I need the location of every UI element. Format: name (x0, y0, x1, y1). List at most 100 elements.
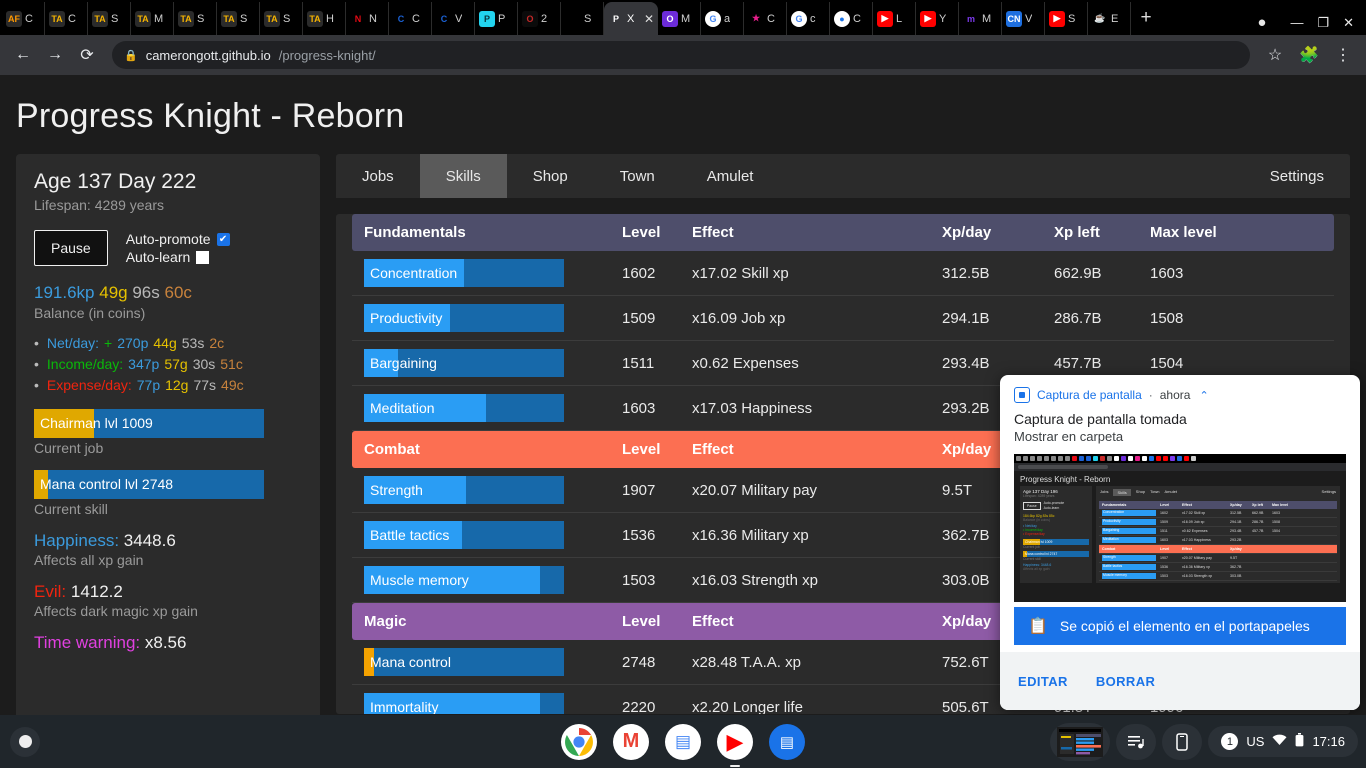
browser-tab[interactable]: TA S (260, 2, 303, 35)
skill-progress-cell[interactable]: Bargaining (352, 340, 622, 386)
game-tab-town[interactable]: Town (594, 154, 681, 198)
browser-tab[interactable]: O2 (518, 2, 561, 35)
maximize-button[interactable]: ❐ (1317, 15, 1329, 31)
skill-progress-cell[interactable]: Muscle memory (352, 557, 622, 603)
shelf-app-chrome[interactable] (561, 723, 597, 760)
youtube-icon: ▶ (726, 728, 744, 754)
edit-button[interactable]: EDITAR (1018, 674, 1068, 689)
delete-button[interactable]: BORRAR (1096, 674, 1155, 689)
time-warning-label: Time warning: (34, 633, 141, 652)
skill-progress-bar[interactable]: Immortality (364, 693, 564, 714)
skill-progress-bar[interactable]: Mana control (364, 648, 564, 676)
screenshot-notification[interactable]: Captura de pantalla · ahora ⌃ Captura de… (1000, 375, 1360, 710)
skill-progress-cell[interactable]: Immortality (352, 684, 622, 714)
skill-level: 1511 (622, 340, 692, 386)
thumbnail-skill-row: Battle tactics 1536 x16.36 Military xp 362.… (1099, 563, 1337, 572)
skill-progress-cell[interactable]: Mana control (352, 640, 622, 685)
thumbnail-cell: 9.5T (1230, 556, 1238, 560)
shelf-app-keep[interactable]: ▤ (769, 723, 805, 760)
browser-tab[interactable]: NN (346, 2, 389, 35)
auto-learn-checkbox[interactable] (196, 250, 210, 264)
browser-tab[interactable]: ▶ S (1045, 2, 1088, 35)
back-icon[interactable]: ← (8, 40, 38, 70)
game-tab-skills[interactable]: Skills (419, 154, 507, 198)
status-tray[interactable]: 1 US 17:16 (1208, 726, 1358, 757)
browser-tab[interactable]: ▶ Y (916, 2, 959, 35)
shelf-app-gmail[interactable]: M (613, 723, 649, 760)
skill-progress-cell[interactable]: Meditation (352, 385, 622, 431)
skill-row[interactable]: Productivity 1509 x16.09 Job xp 294.1B 286.7… (352, 295, 1334, 341)
current-skill-bar[interactable]: Mana control lvl 2748 (34, 470, 264, 499)
browser-tab[interactable]: PP (475, 2, 518, 35)
browser-tab[interactable]: S (561, 2, 604, 35)
close-window-button[interactable]: ✕ (1343, 15, 1354, 31)
skill-progress-bar[interactable]: Concentration (364, 259, 564, 287)
browser-tab[interactable]: OM (658, 2, 701, 35)
skill-progress-cell[interactable]: Battle tactics (352, 512, 622, 558)
game-tab-settings[interactable]: Settings (1244, 154, 1350, 198)
skill-progress-bar[interactable]: Bargaining (364, 349, 564, 377)
game-tab-jobs[interactable]: Jobs (336, 154, 420, 198)
browser-tab[interactable]: ★ C (744, 2, 787, 35)
tab-title: Y (939, 12, 947, 25)
browser-tab[interactable]: AF C (2, 2, 45, 35)
playlist-icon[interactable] (1116, 723, 1157, 760)
notification-app-name: Captura de pantalla (1037, 388, 1142, 402)
thumbnail-cell: 1511 (1160, 529, 1168, 533)
pause-button[interactable]: Pause (34, 230, 108, 266)
browser-tab[interactable]: TA C (45, 2, 88, 35)
auto-promote-row[interactable]: Auto-promote ✔ (126, 231, 230, 247)
browser-tab[interactable]: TA S (174, 2, 217, 35)
skill-level: 1603 (622, 385, 692, 431)
browser-tab[interactable]: CC (389, 2, 432, 35)
shelf-app-youtube[interactable]: ▶ (717, 723, 753, 767)
game-tab-amulet[interactable]: Amulet (681, 154, 780, 198)
current-job-bar[interactable]: Chairman lvl 1009 (34, 409, 264, 438)
skill-progress-cell[interactable]: Strength (352, 468, 622, 513)
browser-tab[interactable]: TA S (217, 2, 260, 35)
skill-progress-bar[interactable]: Battle tactics (364, 521, 564, 549)
browser-tab-active[interactable]: P X ✕ (604, 2, 658, 35)
browser-tab[interactable]: CV (432, 2, 475, 35)
browser-tab[interactable]: TA H (303, 2, 346, 35)
browser-tab[interactable]: ● C (830, 2, 873, 35)
skill-level: 1907 (622, 468, 692, 513)
skill-progress-bar[interactable]: Strength (364, 476, 564, 504)
clock: 17:16 (1312, 734, 1345, 749)
browser-tab[interactable]: Gc (787, 2, 830, 35)
skill-progress-bar[interactable]: Productivity (364, 304, 564, 332)
game-tab-shop[interactable]: Shop (507, 154, 594, 198)
skill-progress-bar[interactable]: Muscle memory (364, 566, 564, 594)
reload-icon[interactable]: ⟳ (72, 40, 102, 70)
show-in-folder-link[interactable]: Mostrar en carpeta (1000, 429, 1360, 454)
browser-tab[interactable]: TA S (88, 2, 131, 35)
skill-row[interactable]: Concentration 1602 x17.02 Skill xp 312.5B 66… (352, 251, 1334, 296)
tab-close-icon[interactable]: ✕ (644, 12, 654, 26)
auto-promote-checkbox[interactable]: ✔ (216, 232, 230, 246)
forward-icon[interactable]: → (40, 40, 70, 70)
address-bar[interactable]: 🔒 camerongott.github.io/progress-knight/ (112, 41, 1250, 69)
browser-tab[interactable]: ▶ L (873, 2, 916, 35)
minimize-button[interactable]: — (1290, 15, 1303, 30)
browser-tab[interactable]: ☕ E (1088, 2, 1131, 35)
screenshot-preview-thumb[interactable] (1050, 722, 1111, 761)
phone-hub-icon[interactable] (1162, 723, 1203, 760)
browser-tab[interactable]: mM (959, 2, 1002, 35)
skill-progress-bar[interactable]: Meditation (364, 394, 564, 422)
new-tab-button[interactable]: + (1131, 3, 1161, 33)
profile-icon[interactable]: ● (1257, 14, 1266, 31)
browser-tab[interactable]: Ga (701, 2, 744, 35)
browser-menu-icon[interactable]: ⋮ (1328, 40, 1358, 70)
chevron-up-icon[interactable]: ⌃ (1199, 389, 1208, 402)
skill-progress-cell[interactable]: Productivity (352, 295, 622, 341)
screenshot-thumbnail[interactable]: Progress Knight - Reborn Age 137 Day 196… (1014, 454, 1346, 602)
thumbnail-tab-favicon-icon (1044, 456, 1049, 461)
bookmark-star-icon[interactable]: ☆ (1260, 40, 1290, 70)
browser-tab[interactable]: CN V (1002, 2, 1045, 35)
skill-progress-cell[interactable]: Concentration (352, 251, 622, 296)
launcher-icon[interactable] (10, 726, 40, 757)
extensions-icon[interactable]: 🧩 (1294, 40, 1324, 70)
shelf-app-docs[interactable]: ▤ (665, 723, 701, 760)
auto-learn-row[interactable]: Auto-learn (126, 249, 230, 265)
browser-tab[interactable]: TA M (131, 2, 174, 35)
